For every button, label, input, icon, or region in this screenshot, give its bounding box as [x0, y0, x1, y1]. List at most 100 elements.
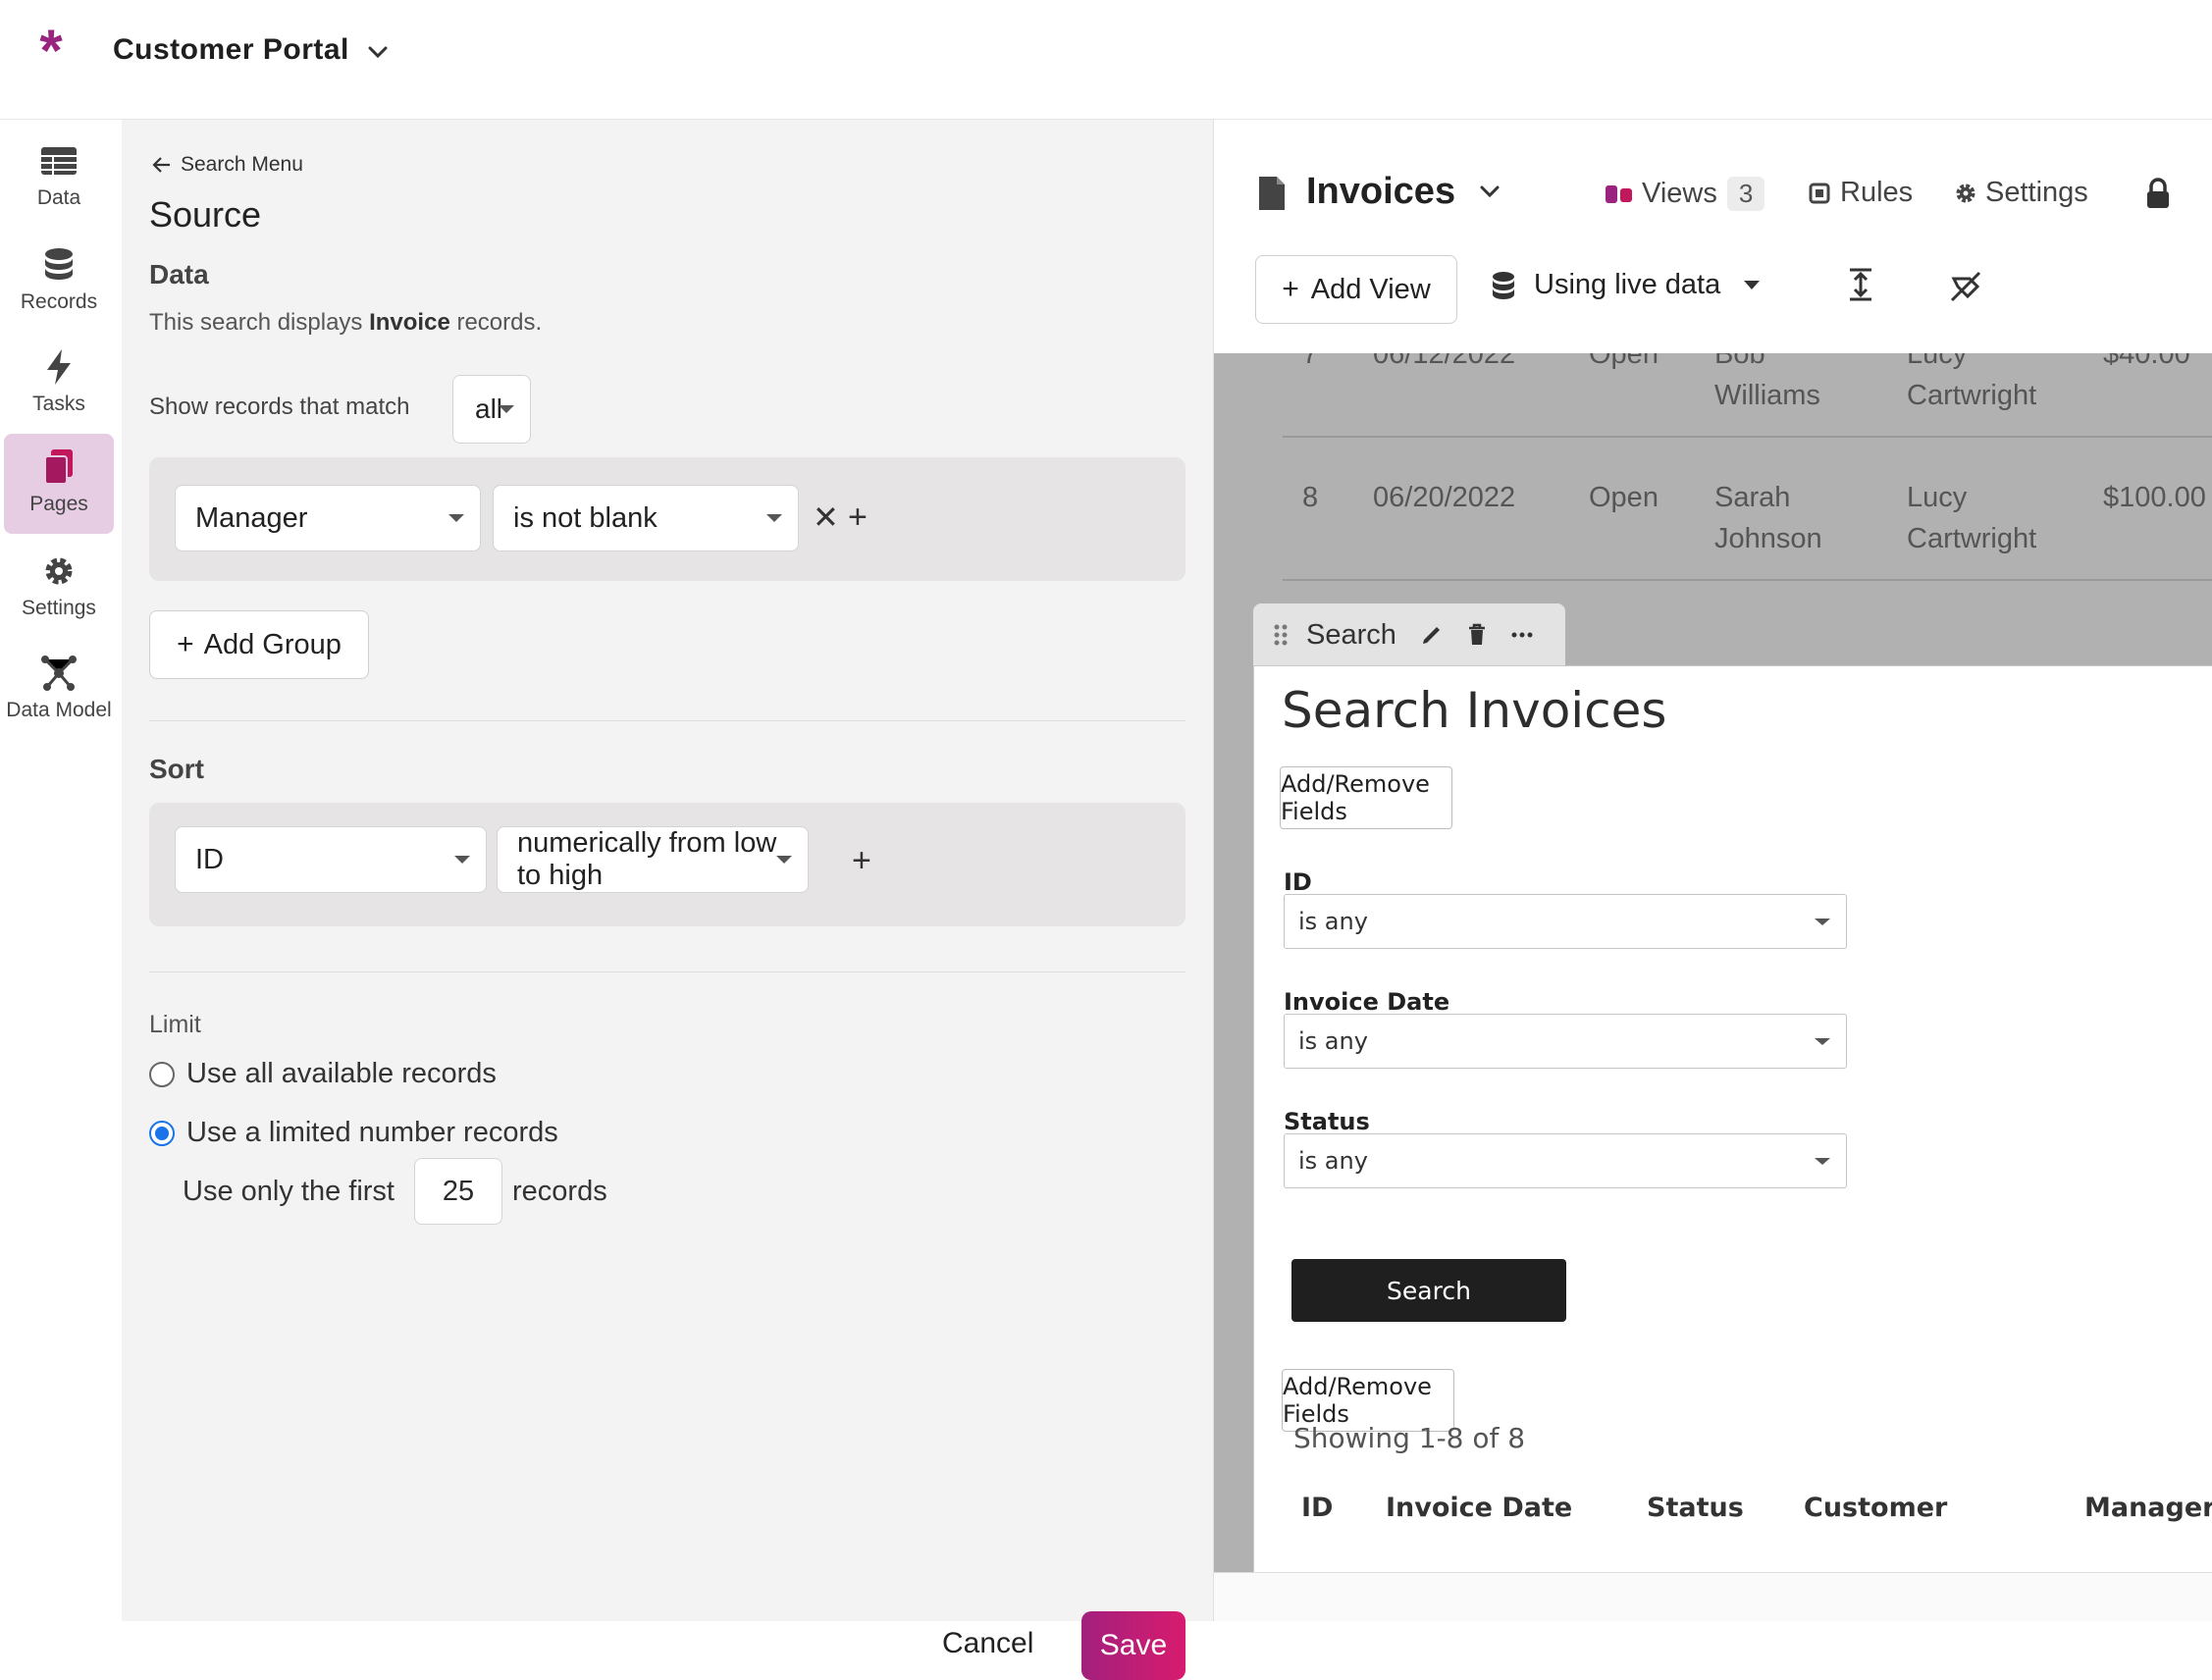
caret-down-icon	[776, 856, 792, 864]
lock-icon[interactable]	[2144, 177, 2172, 210]
column-header-customer[interactable]: Customer	[1804, 1493, 1947, 1523]
views-count-badge: 3	[1726, 177, 1765, 211]
desc-object-name: Invoice	[369, 309, 450, 336]
left-nav: Data Records Tasks Pages Settings Data M…	[0, 120, 122, 1621]
object-title[interactable]: Invoices	[1306, 171, 1455, 213]
cell-date: 06/12/2022	[1373, 353, 1516, 370]
plus-icon: +	[1282, 273, 1299, 305]
filter-operator-select[interactable]: is not blank	[493, 485, 799, 551]
logo-asterisk-icon: *	[39, 18, 63, 83]
cell-id: 7	[1302, 353, 1319, 370]
limit-all-label: Use all available records	[186, 1058, 497, 1089]
sort-order-select[interactable]: numerically from low to high	[497, 826, 809, 893]
drag-handle-icon[interactable]	[1273, 623, 1289, 647]
select-value: is any	[1298, 1147, 1368, 1175]
nav-item-records[interactable]: Records	[4, 232, 114, 332]
nav-item-settings[interactable]: Settings	[4, 538, 114, 638]
caret-down-icon	[454, 856, 470, 864]
more-icon[interactable]	[1510, 631, 1534, 639]
column-header-status[interactable]: Status	[1647, 1493, 1744, 1523]
back-to-search-menu-link[interactable]: Search Menu	[151, 153, 303, 177]
search-view-title: Search Invoices	[1282, 682, 1667, 739]
save-button[interactable]: Save	[1081, 1611, 1185, 1680]
search-button[interactable]: Search	[1291, 1259, 1566, 1322]
search-tab-label: Search	[1306, 618, 1396, 651]
cell-customer: Bob	[1714, 353, 1765, 370]
column-header-invoice-date[interactable]: Invoice Date	[1386, 1493, 1572, 1523]
divider	[149, 971, 1185, 972]
views-label: Views	[1642, 178, 1717, 209]
caret-down-icon	[448, 514, 464, 522]
gear-icon	[45, 557, 73, 585]
cell-id: 8	[1302, 482, 1319, 513]
page-canvas: 7 06/12/2022 Open Bob Williams Lucy Cart…	[1214, 353, 2212, 1572]
sort-group: ID numerically from low to high +	[149, 803, 1185, 926]
status-filter-select[interactable]: is any	[1284, 1133, 1847, 1188]
add-view-label: Add View	[1310, 273, 1431, 305]
caret-down-icon	[1815, 919, 1830, 925]
trash-icon[interactable]	[1467, 623, 1487, 647]
fit-height-icon[interactable]	[1846, 267, 1875, 302]
document-icon	[1259, 177, 1285, 210]
add-remove-fields-button[interactable]: Add/Remove Fields	[1280, 766, 1452, 829]
caret-down-icon	[1815, 1158, 1830, 1165]
app-title[interactable]: Customer Portal	[113, 33, 349, 67]
chevron-down-icon[interactable]	[1475, 177, 1504, 206]
filter-field-select[interactable]: Manager	[175, 485, 481, 551]
data-section-heading: Data	[149, 259, 209, 289]
sort-field-select[interactable]: ID	[175, 826, 487, 893]
pencil-icon[interactable]	[1420, 623, 1444, 647]
cell-manager: Cartwright	[1907, 523, 2037, 554]
desc-text: records.	[449, 309, 543, 336]
chevron-down-icon[interactable]	[363, 37, 393, 67]
cancel-button[interactable]: Cancel	[942, 1627, 1033, 1660]
field-label-invoice-date: Invoice Date	[1284, 988, 1450, 1016]
nav-label: Pages	[29, 493, 88, 515]
views-button[interactable]: Views 3	[1605, 177, 1765, 211]
nav-item-data-model[interactable]: Data Model	[4, 640, 114, 740]
add-filter-icon[interactable]: +	[848, 500, 868, 534]
search-view[interactable]: Search Invoices Add/Remove Fields ID is …	[1253, 665, 2212, 1572]
limit-all-radio[interactable]	[149, 1062, 175, 1087]
live-data-label: Using live data	[1534, 269, 1721, 300]
arrow-left-icon	[152, 157, 170, 174]
id-filter-select[interactable]: is any	[1284, 894, 1847, 949]
sort-section-heading: Sort	[149, 754, 204, 784]
add-sort-icon[interactable]: +	[852, 844, 871, 877]
rules-button[interactable]: Rules	[1807, 177, 1913, 209]
caret-down-icon	[499, 405, 514, 413]
limit-some-label: Use a limited number records	[186, 1117, 558, 1148]
limit-some-radio[interactable]	[149, 1121, 175, 1146]
chip-icon	[1809, 183, 1830, 203]
invoice-date-filter-select[interactable]: is any	[1284, 1014, 1847, 1069]
nav-item-tasks[interactable]: Tasks	[4, 334, 114, 434]
column-header-id[interactable]: ID	[1301, 1493, 1333, 1523]
cell-amount: $100.00	[2103, 482, 2206, 513]
add-group-button[interactable]: + Add Group	[149, 610, 369, 679]
panel-title: Source	[149, 194, 262, 235]
add-view-button[interactable]: + Add View	[1255, 255, 1457, 324]
cell-customer: Williams	[1714, 380, 1820, 411]
sort-field-value: ID	[195, 843, 224, 875]
nav-item-data[interactable]: Data	[4, 128, 114, 228]
limit-suffix-label: records	[512, 1176, 607, 1207]
nav-item-pages[interactable]: Pages	[4, 434, 114, 534]
match-select[interactable]: all	[452, 375, 531, 444]
nav-label: Tasks	[32, 393, 85, 415]
caret-down-icon	[1744, 281, 1761, 289]
limit-count-input[interactable]: 25	[414, 1158, 502, 1225]
views-icon	[1606, 184, 1632, 203]
live-data-toggle[interactable]: Using live data	[1491, 269, 1761, 301]
paint-off-icon[interactable]	[1948, 269, 1983, 304]
cell-status: Open	[1589, 482, 1659, 513]
lightning-icon	[47, 349, 71, 385]
data-description: This search displays Invoice records.	[149, 309, 542, 337]
database-icon	[1493, 271, 1514, 299]
column-header-manager[interactable]: Manager	[2084, 1493, 2212, 1523]
search-view-tab[interactable]: Search	[1253, 604, 1565, 666]
remove-filter-icon[interactable]: ✕	[813, 500, 839, 534]
filter-group: Manager is not blank ✕ +	[149, 457, 1185, 581]
back-link-label: Search Menu	[181, 153, 303, 176]
settings-button[interactable]: Settings	[1954, 177, 2088, 209]
field-label-id: ID	[1284, 868, 1312, 896]
